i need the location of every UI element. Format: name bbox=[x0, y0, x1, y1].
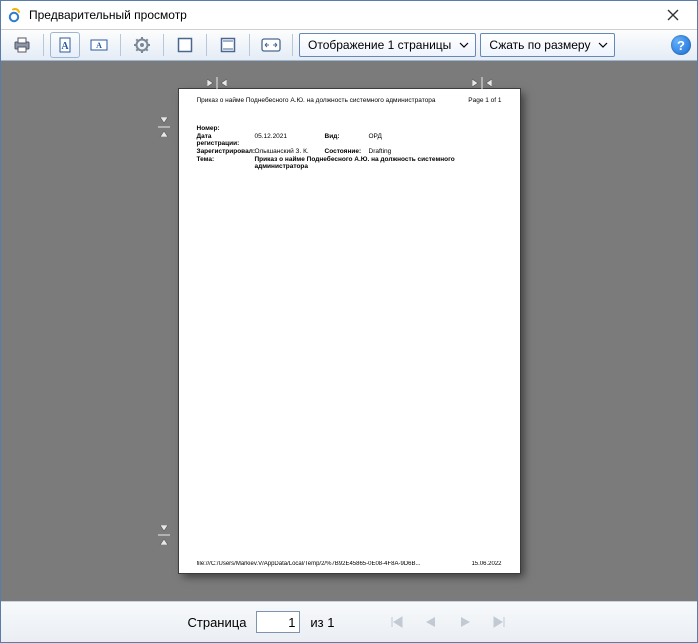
field-kind-label: Вид: bbox=[325, 133, 369, 147]
pager-first-button[interactable] bbox=[385, 611, 409, 633]
field-registeredby-label: Зарегистрировал: bbox=[197, 148, 255, 155]
field-number-value bbox=[255, 125, 325, 132]
margin-handle-vertical[interactable] bbox=[158, 117, 170, 137]
full-width-button[interactable] bbox=[256, 32, 286, 58]
toolbar-separator bbox=[249, 34, 250, 56]
field-number-label: Номер: bbox=[197, 125, 255, 132]
pager-label-suffix: из 1 bbox=[310, 615, 334, 630]
toolbar-separator bbox=[206, 34, 207, 56]
field-state-value: Drafting bbox=[369, 148, 502, 155]
doc-footer-date: 15.06.2022 bbox=[471, 561, 501, 567]
doc-header-page: Page 1 of 1 bbox=[468, 97, 501, 104]
zoom-combo[interactable]: Сжать по размеру bbox=[480, 33, 615, 57]
portrait-button[interactable]: A bbox=[50, 32, 80, 58]
field-registeredby-value: Олышанский З. К. bbox=[255, 148, 325, 155]
titlebar: Предварительный просмотр bbox=[1, 1, 697, 30]
margin-handle-horizontal[interactable] bbox=[472, 77, 492, 89]
svg-text:A: A bbox=[61, 41, 69, 52]
pager-label-prefix: Страница bbox=[188, 615, 247, 630]
toolbar-separator bbox=[163, 34, 164, 56]
chevron-down-icon bbox=[598, 42, 608, 48]
pager-next-button[interactable] bbox=[453, 611, 477, 633]
toolbar-separator bbox=[292, 34, 293, 56]
field-regdate-label: Дата регистрации: bbox=[197, 133, 255, 147]
toolbar-separator bbox=[120, 34, 121, 56]
svg-text:A: A bbox=[96, 41, 102, 50]
pager-current-input[interactable] bbox=[256, 611, 300, 633]
print-button[interactable] bbox=[7, 32, 37, 58]
landscape-button[interactable]: A bbox=[84, 32, 114, 58]
doc-footer-path: file:///C:/Users/Markiev.V/AppData/Local… bbox=[197, 561, 421, 567]
zoom-combo-label: Сжать по размеру bbox=[489, 38, 590, 52]
field-subject-value: Приказ о найме Поднебесного А.Ю. на долж… bbox=[255, 156, 502, 170]
margin-handle-horizontal[interactable] bbox=[207, 77, 227, 89]
field-subject-label: Тема: bbox=[197, 156, 255, 170]
page-setup-button[interactable] bbox=[127, 32, 157, 58]
doc-header-title: Приказ о найме Поднебесного А.Ю. на долж… bbox=[197, 97, 436, 104]
app-icon bbox=[7, 7, 23, 23]
pager-bar: Страница из 1 bbox=[1, 601, 697, 642]
toolbar-separator bbox=[43, 34, 44, 56]
field-kind-value: ОРД bbox=[369, 133, 502, 147]
preview-page: Приказ о найме Поднебесного А.Ю. на долж… bbox=[179, 89, 520, 573]
headers-on-button[interactable] bbox=[213, 32, 243, 58]
window-title: Предварительный просмотр bbox=[29, 8, 655, 22]
view-mode-combo[interactable]: Отображение 1 страницы bbox=[299, 33, 476, 57]
pager-prev-button[interactable] bbox=[419, 611, 443, 633]
doc-body: Номер: Дата регистрации: 05.12.2021 Вид:… bbox=[197, 125, 502, 171]
help-button[interactable]: ? bbox=[671, 35, 691, 55]
margin-handle-vertical[interactable] bbox=[158, 525, 170, 545]
headers-off-button[interactable] bbox=[170, 32, 200, 58]
field-state-label: Состояние: bbox=[325, 148, 369, 155]
field-regdate-value: 05.12.2021 bbox=[255, 133, 325, 147]
chevron-down-icon bbox=[459, 42, 469, 48]
view-mode-combo-label: Отображение 1 страницы bbox=[308, 38, 451, 52]
toolbar: A A bbox=[1, 30, 697, 61]
close-button[interactable] bbox=[655, 3, 691, 27]
preview-canvas: Приказ о найме Поднебесного А.Ю. на долж… bbox=[1, 61, 697, 601]
pager-last-button[interactable] bbox=[487, 611, 511, 633]
